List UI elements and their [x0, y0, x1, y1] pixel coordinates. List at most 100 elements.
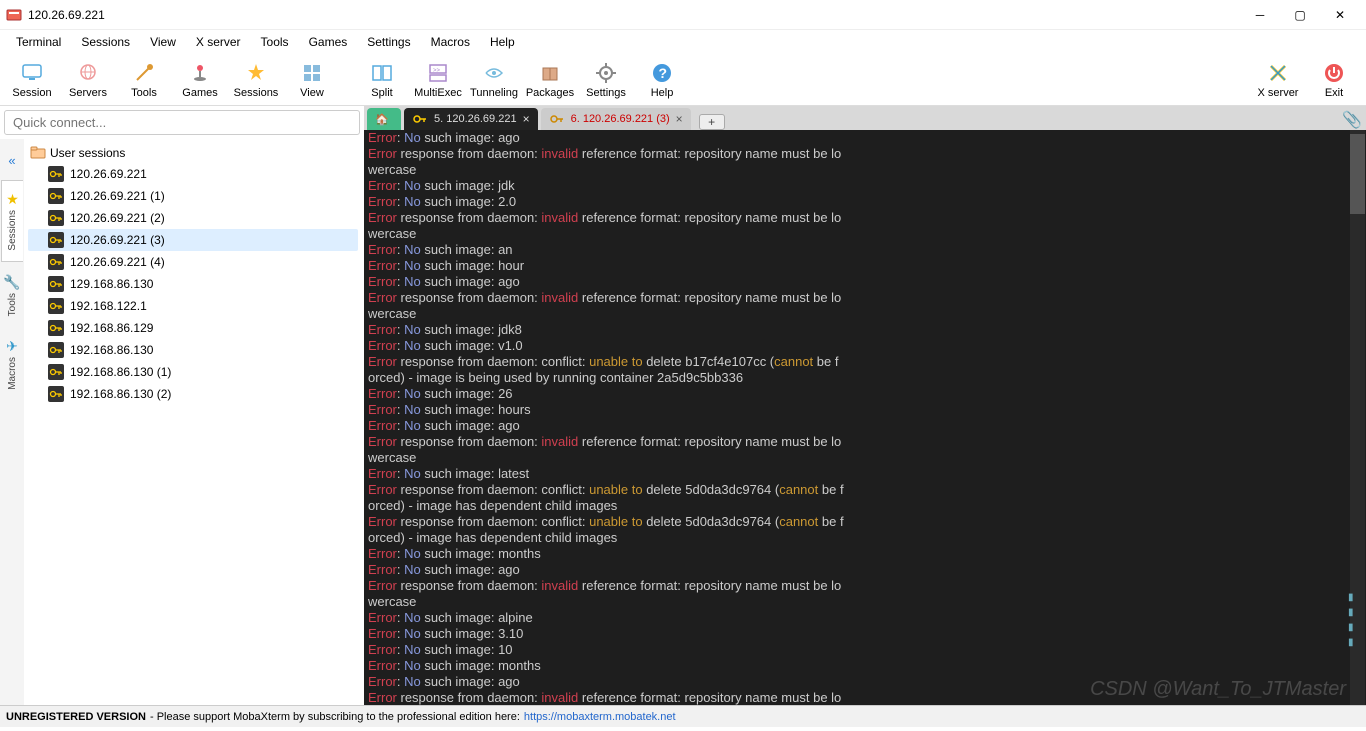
- menu-games[interactable]: Games: [299, 33, 358, 51]
- menu-terminal[interactable]: Terminal: [6, 33, 71, 51]
- session-item[interactable]: 192.168.86.130: [28, 339, 358, 361]
- folder-icon: [30, 145, 46, 161]
- x-icon: [1266, 61, 1290, 85]
- session-item[interactable]: 120.26.69.221 (4): [28, 251, 358, 273]
- menu-sessions[interactable]: Sessions: [71, 33, 140, 51]
- tb-tunnel[interactable]: Tunneling: [466, 56, 522, 104]
- tb-view[interactable]: View: [284, 56, 340, 104]
- close-icon[interactable]: ×: [523, 112, 530, 126]
- tab-active[interactable]: 5. 120.26.69.221 ×: [404, 108, 538, 130]
- unreg-label: UNREGISTERED VERSION: [6, 711, 146, 723]
- menu-view[interactable]: View: [140, 33, 186, 51]
- session-item[interactable]: 192.168.86.130 (1): [28, 361, 358, 383]
- tb-multi[interactable]: >>MultiExec: [410, 56, 466, 104]
- window-titlebar: 120.26.69.221 ─ ▢ ✕: [0, 0, 1366, 30]
- session-label: 192.168.86.130: [70, 343, 153, 357]
- tab-home[interactable]: 🏠: [367, 108, 401, 130]
- session-item[interactable]: 192.168.122.1: [28, 295, 358, 317]
- menubar: Terminal Sessions View X server Tools Ga…: [0, 30, 1366, 54]
- indicator-icon[interactable]: ▮: [1348, 635, 1362, 649]
- session-item[interactable]: 129.168.86.130: [28, 273, 358, 295]
- key-icon: [549, 111, 565, 127]
- tab-inactive[interactable]: 6. 120.26.69.221 (3) ×: [541, 108, 691, 130]
- terminal[interactable]: Error: No such image: ago Error response…: [364, 130, 1366, 705]
- session-item[interactable]: 192.168.86.129: [28, 317, 358, 339]
- sidebar-toggle[interactable]: «: [1, 143, 23, 178]
- key-icon: [48, 342, 64, 358]
- tools-icon: [132, 61, 156, 85]
- package-icon: [538, 61, 562, 85]
- minimize-button[interactable]: ─: [1240, 1, 1280, 29]
- indicator-icon[interactable]: ▮: [1348, 605, 1362, 619]
- wrench-icon: 🔧: [3, 274, 20, 291]
- tb-split[interactable]: Split: [354, 56, 410, 104]
- session-label: 120.26.69.221: [70, 167, 147, 181]
- tunnel-icon: [482, 61, 506, 85]
- svg-text:?: ?: [659, 65, 668, 81]
- session-item[interactable]: 120.26.69.221 (2): [28, 207, 358, 229]
- new-tab-button[interactable]: +: [699, 114, 725, 130]
- session-label: 120.26.69.221 (3): [70, 233, 165, 247]
- monitor-icon: [20, 61, 44, 85]
- maximize-button[interactable]: ▢: [1280, 1, 1320, 29]
- menu-macros[interactable]: Macros: [421, 33, 480, 51]
- close-icon[interactable]: ×: [676, 112, 683, 126]
- app-icon: [6, 7, 22, 23]
- sidetab-macros[interactable]: ✈Macros: [1, 328, 23, 400]
- indicator-icon[interactable]: ▮: [1348, 590, 1362, 604]
- tb-games[interactable]: Games: [172, 56, 228, 104]
- window-title: 120.26.69.221: [28, 8, 1240, 22]
- send-icon: ✈: [6, 338, 18, 355]
- key-icon: [48, 254, 64, 270]
- indicator-icon[interactable]: ▮: [1348, 620, 1362, 634]
- menu-settings[interactable]: Settings: [357, 33, 420, 51]
- paperclip-icon[interactable]: 📎: [1342, 110, 1362, 130]
- tb-exit[interactable]: Exit: [1306, 56, 1362, 104]
- menu-help[interactable]: Help: [480, 33, 525, 51]
- multiexec-icon: >>: [426, 61, 450, 85]
- session-item[interactable]: 120.26.69.221 (3): [28, 229, 358, 251]
- tb-xserver[interactable]: X server: [1250, 56, 1306, 104]
- session-label: 120.26.69.221 (4): [70, 255, 165, 269]
- menu-tools[interactable]: Tools: [251, 33, 299, 51]
- status-msg: - Please support MobaXterm by subscribin…: [150, 711, 520, 723]
- tb-packages[interactable]: Packages: [522, 56, 578, 104]
- tb-help[interactable]: ?Help: [634, 56, 690, 104]
- session-label: 192.168.86.130 (1): [70, 365, 171, 379]
- session-item[interactable]: 192.168.86.130 (2): [28, 383, 358, 405]
- tabstrip: 🏠 5. 120.26.69.221 × 6. 120.26.69.221 (3…: [364, 106, 1366, 130]
- key-icon: [48, 298, 64, 314]
- grid-icon: [300, 61, 324, 85]
- chevron-left-icon: «: [8, 153, 15, 168]
- key-icon: [412, 111, 428, 127]
- gear-icon: [594, 61, 618, 85]
- tree-folder[interactable]: User sessions: [28, 143, 358, 163]
- close-button[interactable]: ✕: [1320, 1, 1360, 29]
- session-item[interactable]: 120.26.69.221 (1): [28, 185, 358, 207]
- sidetab-tools[interactable]: 🔧Tools: [1, 264, 23, 326]
- key-icon: [48, 166, 64, 182]
- key-icon: [48, 188, 64, 204]
- star-icon: [244, 61, 268, 85]
- star-icon: ★: [6, 191, 19, 208]
- sidetab-sessions[interactable]: ★Sessions: [1, 180, 23, 262]
- tb-tools[interactable]: Tools: [116, 56, 172, 104]
- tb-sessions[interactable]: Sessions: [228, 56, 284, 104]
- tb-servers[interactable]: Servers: [60, 56, 116, 104]
- split-icon: [370, 61, 394, 85]
- menu-xserver[interactable]: X server: [186, 33, 251, 51]
- session-label: 120.26.69.221 (1): [70, 189, 165, 203]
- tb-settings[interactable]: Settings: [578, 56, 634, 104]
- status-link[interactable]: https://mobaxterm.mobatek.net: [524, 711, 676, 723]
- key-icon: [48, 320, 64, 336]
- quick-connect-input[interactable]: [4, 110, 360, 135]
- session-label: 129.168.86.130: [70, 277, 153, 291]
- toolbar: Session Servers Tools Games Sessions Vie…: [0, 54, 1366, 106]
- power-icon: [1322, 61, 1346, 85]
- svg-text:>>: >>: [433, 68, 441, 74]
- left-panel: « ★Sessions 🔧Tools ✈Macros User sessions…: [0, 106, 364, 705]
- tb-session[interactable]: Session: [4, 56, 60, 104]
- session-label: 192.168.86.129: [70, 321, 153, 335]
- content-area: 🏠 5. 120.26.69.221 × 6. 120.26.69.221 (3…: [364, 106, 1366, 705]
- session-item[interactable]: 120.26.69.221: [28, 163, 358, 185]
